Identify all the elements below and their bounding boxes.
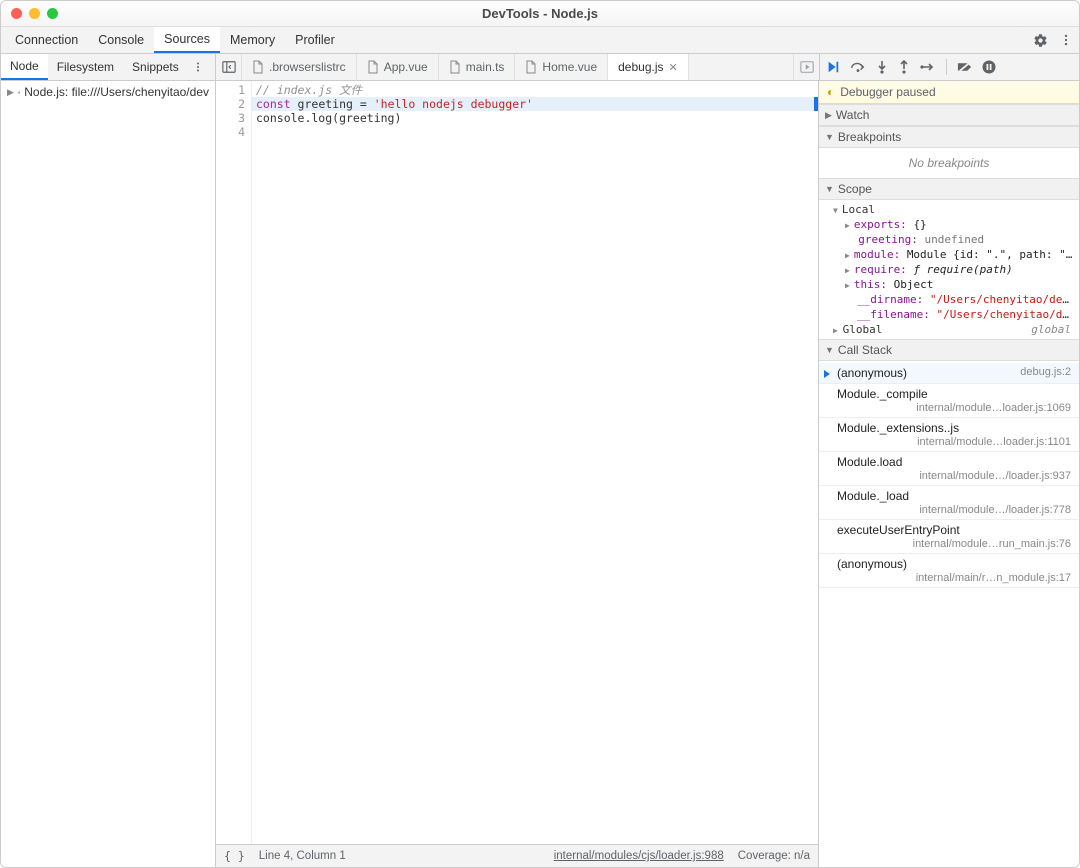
file-icon <box>252 60 264 74</box>
titlebar: DevTools - Node.js <box>1 1 1079 27</box>
tab-profiler[interactable]: Profiler <box>285 27 345 53</box>
chevron-right-icon: ▶ <box>7 87 14 98</box>
more-icon[interactable] <box>1053 27 1079 53</box>
no-breakpoints-label: No breakpoints <box>819 150 1079 176</box>
section-scope[interactable]: ▼Scope <box>819 178 1079 200</box>
code-editor[interactable]: 1234 // index.js 文件 const greeting = 'he… <box>216 81 818 844</box>
filetab-main-ts[interactable]: main.ts <box>439 54 516 80</box>
callstack-frame[interactable]: executeUserEntryPointinternal/module…run… <box>819 520 1079 554</box>
current-execution-line: const greeting = 'hello nodejs debugger' <box>252 97 818 111</box>
secondary-bar: Node Filesystem Snippets .browserslistrc… <box>1 54 1079 81</box>
step-into-icon[interactable] <box>876 60 888 74</box>
tree-root-label: Node.js: file:///Users/chenyitao/dev <box>24 85 209 99</box>
tab-console[interactable]: Console <box>88 27 154 53</box>
file-tabs: .browserslistrc App.vue main.ts Home.vue… <box>216 54 819 80</box>
editor-statusbar: { } Line 4, Column 1 internal/modules/cj… <box>216 844 818 867</box>
main-toolbar: Connection Console Sources Memory Profil… <box>1 27 1079 54</box>
step-icon[interactable] <box>920 61 936 73</box>
callstack-frame[interactable]: Module._loadinternal/module…/loader.js:7… <box>819 486 1079 520</box>
pause-exceptions-icon[interactable] <box>982 60 996 74</box>
navtab-filesystem[interactable]: Filesystem <box>48 54 123 80</box>
debugger-pane: ◐ Debugger paused ▶Watch ▼Breakpoints No… <box>819 81 1079 867</box>
main: ▶ Node.js: file:///Users/chenyitao/dev 1… <box>1 81 1079 867</box>
scope-body: ▼Local ▶exports: {} greeting: undefined … <box>819 200 1079 339</box>
filetab-browserslistrc[interactable]: .browserslistrc <box>242 54 357 80</box>
navtab-snippets[interactable]: Snippets <box>123 54 188 80</box>
callstack-frame[interactable]: Module._compileinternal/module…loader.js… <box>819 384 1079 418</box>
callstack-frame[interactable]: Module._extensions..jsinternal/module…lo… <box>819 418 1079 452</box>
toggle-navigator-icon[interactable] <box>216 54 242 80</box>
section-callstack[interactable]: ▼Call Stack <box>819 339 1079 361</box>
settings-icon[interactable] <box>1027 27 1053 53</box>
filetab-debug-js[interactable]: debug.js ✕ <box>608 54 689 80</box>
debugger-controls <box>819 54 1079 80</box>
step-over-icon[interactable] <box>850 60 866 74</box>
traffic-lights <box>1 8 58 19</box>
callstack-body: (anonymous)debug.js:2Module._compileinte… <box>819 361 1079 590</box>
chevron-down-icon: ▼ <box>825 345 834 355</box>
tab-memory[interactable]: Memory <box>220 27 285 53</box>
tree-root[interactable]: ▶ Node.js: file:///Users/chenyitao/dev <box>1 81 215 103</box>
gear-icon <box>18 86 20 99</box>
close-window-button[interactable] <box>11 8 22 19</box>
minimize-window-button[interactable] <box>29 8 40 19</box>
navigator-tabs: Node Filesystem Snippets <box>1 54 216 80</box>
navigator-pane[interactable]: ▶ Node.js: file:///Users/chenyitao/dev <box>1 81 216 867</box>
file-icon <box>449 60 461 74</box>
scope-global[interactable]: ▶ Globalglobal <box>819 322 1079 337</box>
step-out-icon[interactable] <box>898 60 910 74</box>
maximize-window-button[interactable] <box>47 8 58 19</box>
chevron-down-icon: ▼ <box>825 184 834 194</box>
tab-sources[interactable]: Sources <box>154 27 220 53</box>
callstack-frame[interactable]: (anonymous)debug.js:2 <box>819 363 1079 384</box>
run-snippet-icon[interactable] <box>793 54 819 80</box>
gutter: 1234 <box>216 81 252 844</box>
coverage-label: Coverage: n/a <box>738 850 810 862</box>
scope-this[interactable]: ▶this: Object <box>819 277 1079 292</box>
scope-exports[interactable]: ▶exports: {} <box>819 217 1079 232</box>
navtab-node[interactable]: Node <box>1 54 48 80</box>
scope-dirname[interactable]: __dirname: "/Users/chenyitao/dev/pla… <box>819 292 1079 307</box>
editor-pane: 1234 // index.js 文件 const greeting = 'he… <box>216 81 819 867</box>
navtab-more-icon[interactable] <box>188 54 208 80</box>
section-watch[interactable]: ▶Watch <box>819 104 1079 126</box>
filetab-home-vue[interactable]: Home.vue <box>515 54 608 80</box>
scope-greeting[interactable]: greeting: undefined <box>819 232 1079 247</box>
code-area[interactable]: // index.js 文件 const greeting = 'hello n… <box>252 81 818 844</box>
callstack-frame[interactable]: Module.loadinternal/module…/loader.js:93… <box>819 452 1079 486</box>
file-icon <box>367 60 379 74</box>
pretty-print-icon[interactable]: { } <box>224 849 245 863</box>
debugger-status: ◐ Debugger paused <box>819 81 1079 104</box>
scope-require[interactable]: ▶require: ƒ require(path) <box>819 262 1079 277</box>
window-title: DevTools - Node.js <box>1 6 1079 21</box>
window: DevTools - Node.js Connection Console So… <box>0 0 1080 868</box>
scope-module[interactable]: ▶module: Module {id: ".", path: "/Use… <box>819 247 1079 262</box>
resume-icon[interactable] <box>826 60 840 74</box>
section-breakpoints[interactable]: ▼Breakpoints <box>819 126 1079 148</box>
deactivate-breakpoints-icon[interactable] <box>957 60 972 74</box>
filetab-app-vue[interactable]: App.vue <box>357 54 439 80</box>
cursor-position: Line 4, Column 1 <box>259 850 346 862</box>
warning-icon: ◐ <box>827 85 834 99</box>
callstack-frame[interactable]: (anonymous)internal/main/r…n_module.js:1… <box>819 554 1079 588</box>
tab-connection[interactable]: Connection <box>5 27 88 53</box>
scope-filename[interactable]: __filename: "/Users/chenyitao/dev/pl… <box>819 307 1079 322</box>
status-link[interactable]: internal/modules/cjs/loader.js:988 <box>554 850 724 862</box>
chevron-right-icon: ▶ <box>825 110 832 121</box>
chevron-down-icon: ▼ <box>825 132 834 142</box>
scope-local[interactable]: ▼Local <box>819 202 1079 217</box>
close-icon[interactable]: ✕ <box>669 61 678 74</box>
file-icon <box>525 60 537 74</box>
